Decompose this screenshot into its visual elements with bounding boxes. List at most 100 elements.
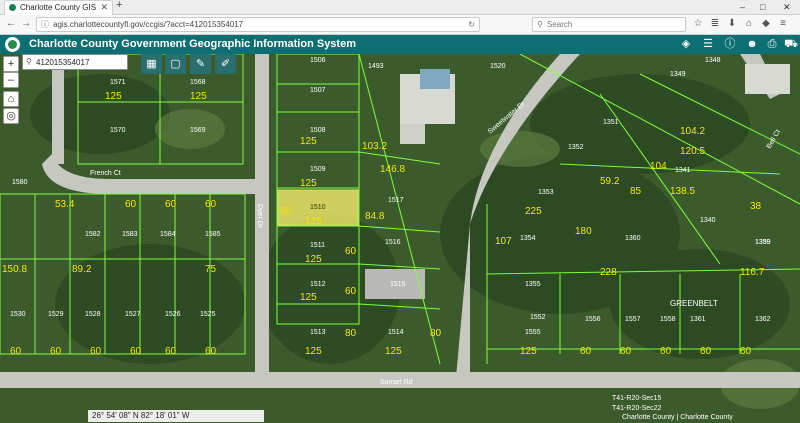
locate-icon[interactable]: ◎	[3, 108, 19, 124]
minimize-button[interactable]: –	[740, 0, 745, 14]
dimension-label: 225	[525, 206, 542, 217]
parcel-id: 1526	[165, 311, 181, 318]
county-logo-icon	[5, 37, 20, 52]
user-icon[interactable]: ☻	[744, 37, 760, 52]
search-icon: ⚲	[26, 57, 32, 66]
gis-favicon-icon	[9, 4, 16, 11]
home-extent-icon[interactable]: ⌂	[3, 91, 19, 107]
bookmark-star-icon[interactable]: ☆	[692, 17, 704, 31]
street-label-dyer: Dyer Dr	[256, 204, 263, 229]
parcel-id: 1493	[368, 63, 384, 70]
parcel-id: 1556	[585, 316, 601, 323]
parcel-id: 1360	[625, 235, 641, 242]
parcel-id: 1555	[525, 329, 541, 336]
car-icon[interactable]: ⛟	[783, 37, 799, 52]
menu-icon[interactable]: ≡	[777, 17, 789, 31]
notes-icon[interactable]: ✎	[190, 54, 211, 74]
parcel-id: 1552	[530, 314, 546, 321]
parcel-id: 1525	[200, 311, 216, 318]
dimension-label: 104	[650, 161, 667, 172]
dimension-label: 53.4	[55, 199, 75, 210]
browser-search-input[interactable]	[547, 18, 677, 30]
search-icon: ⚲	[537, 20, 543, 29]
dimension-label: 60	[660, 346, 672, 357]
parcel-id: 1527	[125, 311, 141, 318]
download-icon[interactable]: ⬇	[726, 17, 738, 31]
dimension-label: 60	[280, 206, 292, 217]
dimension-label: 60	[165, 199, 177, 210]
browser-tab[interactable]: Charlotte County GIS ✕	[4, 0, 113, 15]
parcel-id: 1515	[390, 281, 406, 288]
dimension-label: 85	[630, 186, 642, 197]
close-window-button[interactable]: ✕	[783, 0, 791, 14]
dimension-label: 138.5	[670, 186, 695, 197]
dimension-label: 125	[305, 216, 322, 227]
parcel-id: 1568	[190, 79, 206, 86]
new-tab-button[interactable]: +	[116, 0, 122, 11]
parcel-id: 1582	[85, 231, 101, 238]
parcel-id: 1584	[160, 231, 176, 238]
zoom-out-button[interactable]: –	[3, 72, 19, 88]
home-icon[interactable]: ⌂	[743, 17, 755, 31]
parcel-id: 1352	[568, 144, 584, 151]
layers-icon[interactable]: ◈	[678, 37, 694, 52]
parcel-id: 1530	[10, 311, 26, 318]
parcel-id: 1520	[490, 63, 506, 70]
address-bar[interactable]: ⓘ agis.charlottecountyfl.gov/ccgis/?acct…	[36, 17, 480, 32]
parcel-id: 1528	[85, 311, 101, 318]
dimension-label: 180	[575, 226, 592, 237]
parcel-id: 1510	[310, 204, 326, 211]
dimension-label: 107	[495, 236, 512, 247]
shield-icon[interactable]: ◆	[760, 17, 772, 31]
dimension-label: 60	[205, 346, 217, 357]
dimension-label: 104.2	[680, 126, 705, 137]
dimension-label: 125	[385, 346, 402, 357]
dimension-label: 60	[125, 199, 137, 210]
parcel-id: 1507	[310, 87, 326, 94]
dimension-label: 84.8	[365, 211, 385, 222]
parcel-id: 1509	[310, 166, 326, 173]
parcel-id: 1353	[538, 189, 554, 196]
dimension-label: 120.5	[680, 146, 705, 157]
parcel-id: 1341	[675, 167, 691, 174]
dimension-label: 60	[130, 346, 142, 357]
parcel-id: 1362	[755, 316, 771, 323]
tab-title: Charlotte County GIS	[20, 3, 97, 12]
parcel-id: 1517	[388, 197, 404, 204]
dimension-label: 125	[305, 346, 322, 357]
info-icon[interactable]: ⓘ	[722, 37, 738, 52]
dimension-label: 60	[205, 199, 217, 210]
select-extent-icon[interactable]: ▢	[165, 54, 186, 74]
zoom-in-button[interactable]: +	[3, 56, 19, 72]
parcel-id: 1569	[190, 127, 206, 134]
parcel-id: 1511	[310, 242, 325, 249]
dimension-label: 116.7	[740, 267, 765, 278]
parcel-id: 1339	[755, 239, 771, 246]
dimension-label: 146.8	[380, 164, 405, 175]
dimension-label: 38	[750, 201, 762, 212]
browser-search-box[interactable]: ⚲	[532, 17, 686, 32]
forward-arrow-icon[interactable]: →	[19, 17, 33, 31]
dimension-label: 150.8	[2, 264, 27, 275]
maximize-button[interactable]: □	[760, 0, 765, 14]
township-label: T41-R20-Sec15	[612, 395, 662, 402]
parcel-search-input[interactable]	[36, 56, 124, 68]
dimension-label: 60	[10, 346, 22, 357]
dimension-label: 59.2	[600, 176, 620, 187]
parcel-id: 1513	[310, 329, 326, 336]
coordinate-readout: 26° 54' 08" N 82° 18' 01" W	[88, 410, 264, 422]
reload-icon[interactable]: ↻	[468, 18, 475, 31]
reading-list-icon[interactable]: ≣	[709, 17, 721, 31]
parcel-search-box[interactable]: ⚲	[22, 54, 128, 70]
print-icon[interactable]: ⎙	[764, 37, 780, 52]
list-icon[interactable]: ☰	[700, 37, 716, 52]
site-info-icon[interactable]: ⓘ	[41, 18, 49, 31]
basemap-grid-icon[interactable]: ▦	[141, 54, 162, 74]
parcel-id: 1570	[110, 127, 126, 134]
map-view[interactable]: 125 125 125 60 125 125 125 125 60 60 80 …	[0, 54, 800, 423]
back-arrow-icon[interactable]: ←	[4, 17, 18, 31]
tab-close-icon[interactable]: ✕	[100, 1, 108, 14]
dimension-label: 60	[700, 346, 712, 357]
draw-pencil-icon[interactable]: ✐	[215, 54, 236, 74]
parcel-id: 1557	[625, 316, 641, 323]
